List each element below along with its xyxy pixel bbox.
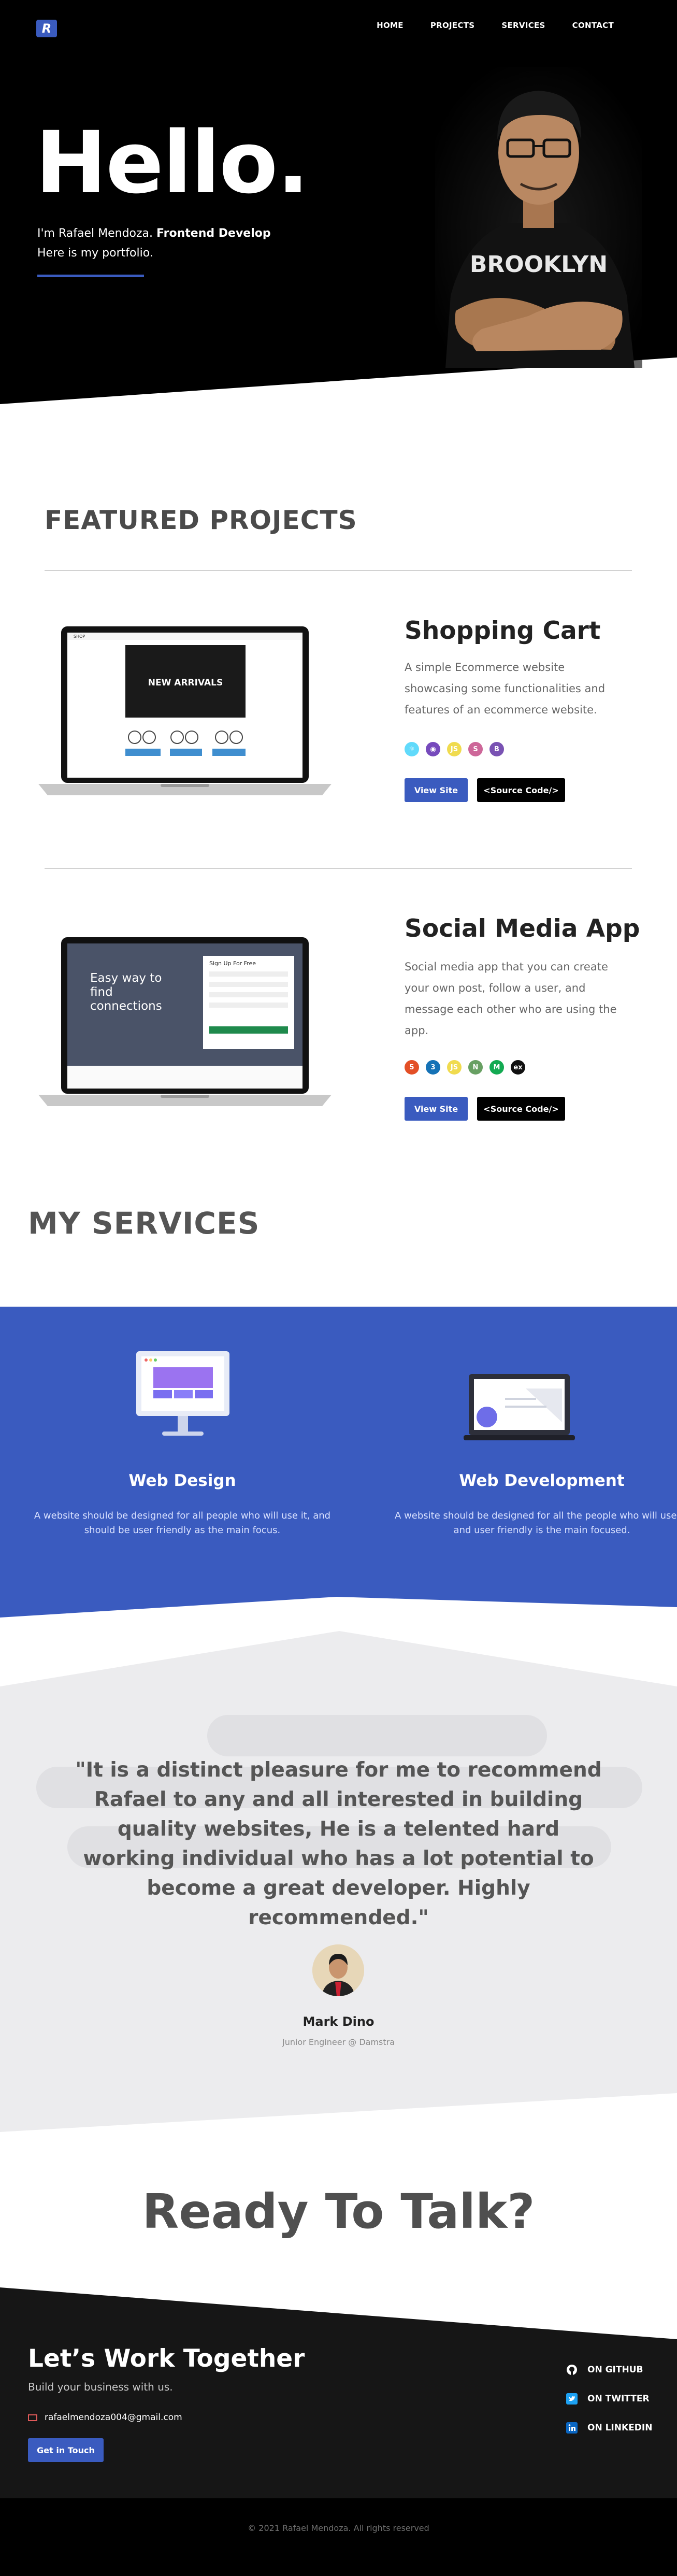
express-icon: ex <box>511 1060 525 1075</box>
portfolio-page: R HOME PROJECTS SERVICES CONTACT Hello. … <box>0 0 677 2576</box>
hero-intro: I'm Rafael Mendoza. Frontend Develop Her… <box>37 224 271 263</box>
sass-icon: S <box>468 742 483 756</box>
twitter-icon <box>566 2393 578 2405</box>
hero-section: R HOME PROJECTS SERVICES CONTACT Hello. … <box>0 0 677 404</box>
svg-text:SHOP: SHOP <box>74 634 85 639</box>
screen-headline: Easy way to find connections <box>90 971 162 1013</box>
cta-title: Ready To Talk? <box>142 2184 535 2239</box>
social-media-preview[interactable]: Easy way to find connections Sign Up For… <box>38 935 332 1111</box>
site-logo[interactable]: R <box>36 20 57 37</box>
project-description: Social media app that you can create you… <box>405 961 617 1037</box>
tech-stack: 5 3 JS N Mex <box>405 1060 525 1075</box>
linkedin-icon <box>566 2422 578 2434</box>
get-in-touch-button[interactable]: Get in Touch <box>28 2438 104 2462</box>
service-description: A website should be designed for all the… <box>395 1510 677 1536</box>
testimonial-name: Mark Dino <box>303 2014 374 2029</box>
services-title: MY SERVICES <box>28 1206 260 1241</box>
intro-underline <box>37 275 144 277</box>
project-description: A simple Ecommerce website showcasing so… <box>405 661 606 716</box>
featured-title: FEATURED PROJECTS <box>45 505 357 535</box>
nav-projects[interactable]: PROJECTS <box>430 21 475 30</box>
css-icon: 3 <box>426 1060 440 1075</box>
node-icon: N <box>468 1060 483 1075</box>
service-title: Web Design <box>128 1471 236 1490</box>
service-description: A website should be designed for all peo… <box>34 1510 331 1536</box>
copyright: © 2021 Rafael Mendoza. All rights reserv… <box>248 2523 429 2533</box>
intro-line2: Here is my portfolio. <box>37 247 153 260</box>
social-github[interactable]: ON GITHUB <box>566 2364 652 2376</box>
profile-photo: BROOKLYN <box>435 67 642 368</box>
source-code-button[interactable]: <Source Code/> <box>477 778 565 802</box>
project-title: Shopping Cart <box>405 617 601 645</box>
mongodb-icon: M <box>489 1060 504 1075</box>
nav-contact[interactable]: CONTACT <box>572 21 614 30</box>
github-icon <box>566 2364 578 2376</box>
logo-letter: R <box>41 21 52 36</box>
social-linkedin[interactable]: ON LINKEDIN <box>566 2422 652 2434</box>
react-icon: ⚛ <box>405 742 419 756</box>
view-site-button[interactable]: View Site <box>405 778 468 802</box>
social-label: ON GITHUB <box>587 2365 643 2375</box>
service-title: Web Development <box>459 1471 625 1490</box>
testimonial-role: Junior Engineer @ Damstra <box>282 2037 395 2047</box>
screen-form-title: Sign Up For Free <box>209 960 256 967</box>
nav-home[interactable]: HOME <box>377 21 404 30</box>
html-icon: 5 <box>405 1060 419 1075</box>
mail-icon <box>28 2414 37 2421</box>
testimonial-avatar <box>312 1944 364 1996</box>
copyright-bar <box>0 2498 677 2576</box>
footer-email[interactable]: rafaelmendoza004@gmail.com <box>28 2412 182 2423</box>
main-nav: HOME PROJECTS SERVICES CONTACT <box>377 21 614 30</box>
social-label: ON TWITTER <box>587 2394 650 2404</box>
project-divider <box>45 868 632 869</box>
social-label: ON LINKEDIN <box>587 2423 653 2433</box>
screen-banner: NEW ARRIVALS <box>148 678 223 688</box>
footer-title: Let’s Work Together <box>28 2344 305 2373</box>
tech-stack: ⚛ ◉ JS S B <box>405 742 504 756</box>
social-links: ON GITHUB ON TWITTER ON LINKEDIN <box>566 2364 652 2434</box>
shirt-print: BROOKLYN <box>470 251 608 278</box>
social-twitter[interactable]: ON TWITTER <box>566 2393 652 2405</box>
nav-services[interactable]: SERVICES <box>501 21 545 30</box>
featured-divider-top <box>45 570 632 571</box>
web-design-illustration <box>136 1351 229 1436</box>
intro-role: Frontend Develop <box>156 227 271 240</box>
view-site-button[interactable]: View Site <box>405 1097 468 1121</box>
js-icon: JS <box>447 1060 462 1075</box>
intro-prefix: I'm Rafael Mendoza. <box>37 227 157 240</box>
project-title: Social Media App <box>405 914 640 943</box>
email-text: rafaelmendoza004@gmail.com <box>45 2412 182 2423</box>
shopping-cart-preview[interactable]: SHOP NEW ARRIVALS <box>38 624 332 800</box>
footer-subtitle: Build your business with us. <box>28 2381 173 2393</box>
testimonial-quote: "It is a distinct pleasure for me to rec… <box>75 1758 602 1929</box>
source-code-button[interactable]: <Source Code/> <box>477 1097 565 1121</box>
hero-headline: Hello. <box>35 113 309 212</box>
redux-icon: ◉ <box>426 742 440 756</box>
js-icon: JS <box>447 742 462 756</box>
web-development-illustration <box>464 1374 575 1440</box>
bootstrap-icon: B <box>489 742 504 756</box>
